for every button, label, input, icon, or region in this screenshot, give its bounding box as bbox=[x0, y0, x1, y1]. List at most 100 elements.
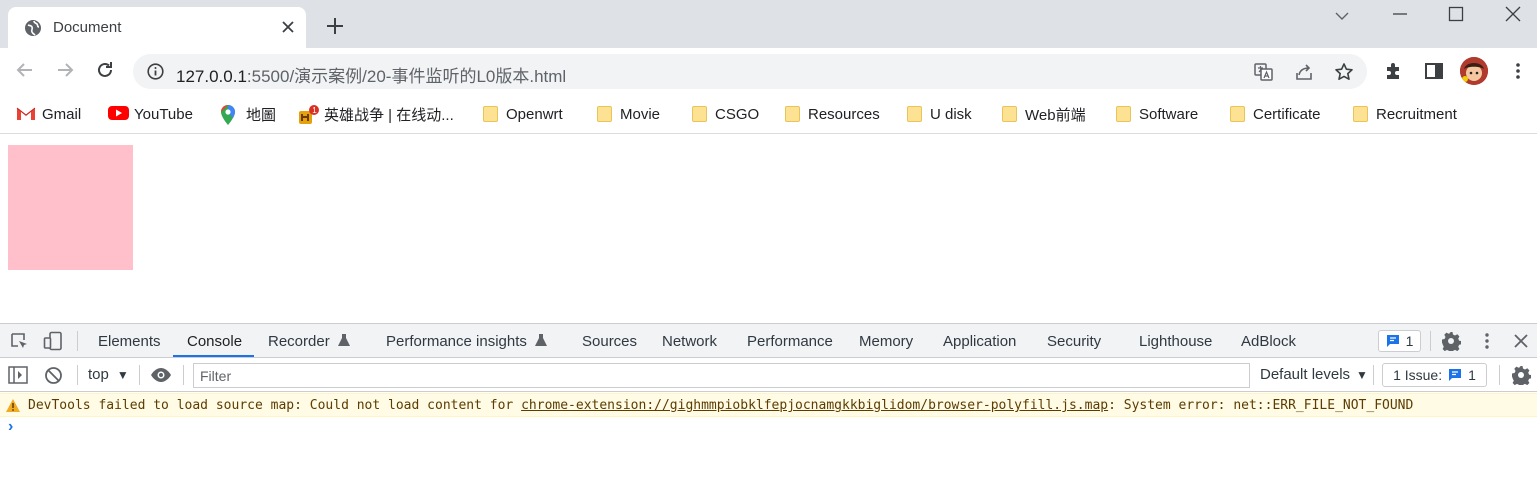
maps-icon bbox=[220, 105, 238, 125]
dropdown-arrow-icon: ▼ bbox=[116, 368, 129, 382]
bookmark-label: Resources bbox=[808, 105, 880, 123]
folder-icon bbox=[1002, 106, 1017, 122]
info-icon[interactable] bbox=[147, 63, 164, 85]
source-map-link[interactable]: chrome-extension://gighmmpiobklfepjocnam… bbox=[521, 398, 1108, 413]
bookmark-star-icon[interactable] bbox=[1334, 62, 1354, 87]
tab-strip: Document bbox=[0, 0, 1537, 48]
bookmark-software[interactable]: Software bbox=[1116, 102, 1198, 126]
browser-toolbar: 127.0.0.1:5500/演示案例/20-事件监听的L0版本.html bbox=[0, 48, 1537, 94]
back-icon[interactable] bbox=[15, 60, 35, 85]
device-toolbar-icon[interactable] bbox=[43, 331, 63, 356]
bookmark-label: 英雄战争 | 在线动... bbox=[324, 106, 454, 124]
levels-label: Default levels bbox=[1260, 366, 1351, 383]
log-levels-dropdown[interactable]: Default levels ▼ bbox=[1260, 366, 1368, 383]
menu-icon[interactable] bbox=[1508, 61, 1528, 86]
issue-message-icon bbox=[1449, 369, 1462, 381]
devtools-tab-performance[interactable]: Performance bbox=[747, 333, 833, 350]
globe-icon bbox=[24, 19, 42, 42]
tab-search-icon[interactable] bbox=[1334, 8, 1350, 29]
bookmark-web[interactable]: Web前端 bbox=[1002, 102, 1086, 126]
issues-count: 1 bbox=[1468, 367, 1476, 383]
context-selector[interactable]: top ▼ bbox=[88, 366, 129, 383]
warning-triangle-icon bbox=[6, 399, 20, 416]
tab-document[interactable]: Document bbox=[8, 7, 306, 48]
maximize-icon[interactable] bbox=[1448, 6, 1464, 27]
devtools-tab-console[interactable]: Console bbox=[187, 333, 242, 350]
live-expression-eye-icon[interactable] bbox=[150, 367, 172, 388]
bookmark-label: YouTube bbox=[134, 105, 193, 123]
bookmark-youtube[interactable]: YouTube bbox=[108, 102, 193, 126]
bookmark-label: Certificate bbox=[1253, 105, 1321, 123]
bookmark-resources[interactable]: Resources bbox=[785, 102, 880, 126]
tab-title: Document bbox=[53, 19, 122, 36]
folder-icon bbox=[483, 106, 498, 122]
close-devtools-icon[interactable] bbox=[1513, 333, 1529, 354]
console-prompt[interactable]: › bbox=[8, 418, 13, 436]
close-window-icon[interactable] bbox=[1505, 6, 1521, 27]
devtools-tab-adblock[interactable]: AdBlock bbox=[1241, 333, 1296, 350]
experiment-flask-icon bbox=[534, 334, 547, 346]
console-filter-input[interactable]: Filter bbox=[193, 363, 1250, 388]
bookmark-label: CSGO bbox=[715, 105, 760, 123]
bookmark-gmail[interactable]: Gmail bbox=[16, 102, 81, 126]
minimize-icon[interactable] bbox=[1392, 6, 1408, 27]
tab-label: Performance insights bbox=[386, 333, 527, 350]
folder-icon bbox=[1353, 106, 1368, 122]
folder-icon bbox=[1116, 106, 1131, 122]
extensions-icon[interactable] bbox=[1384, 61, 1404, 86]
bookmark-certificate[interactable]: Certificate bbox=[1230, 102, 1321, 126]
translate-icon[interactable] bbox=[1254, 62, 1274, 87]
bookmark-maps[interactable]: 地圖 bbox=[220, 102, 276, 126]
warning-suffix: : System error: net::ERR_FILE_NOT_FOUND bbox=[1108, 398, 1414, 413]
devtools-tab-recorder[interactable]: Recorder bbox=[268, 333, 350, 350]
devtools-tab-memory[interactable]: Memory bbox=[859, 333, 913, 350]
separator bbox=[139, 365, 140, 385]
profile-avatar[interactable] bbox=[1460, 57, 1488, 85]
console-warning-message: DevTools failed to load source map: Coul… bbox=[0, 393, 1537, 417]
devtools-tab-elements[interactable]: Elements bbox=[98, 333, 161, 350]
devtools-tab-bar: Elements Console Recorder Performance in… bbox=[0, 324, 1537, 358]
more-options-icon[interactable] bbox=[1478, 332, 1496, 355]
side-panel-icon[interactable] bbox=[1424, 61, 1444, 86]
devtools-tab-lighthouse[interactable]: Lighthouse bbox=[1139, 333, 1212, 350]
console-issues-button[interactable]: 1 Issue: 1 bbox=[1382, 363, 1487, 387]
bookmark-label: Movie bbox=[620, 105, 661, 123]
url-path: :5500/演示案例/20-事件监听的L0版本.html bbox=[246, 67, 567, 86]
separator bbox=[1499, 365, 1500, 385]
warning-prefix: DevTools failed to load source map: Coul… bbox=[28, 398, 522, 413]
bookmark-csgo[interactable]: CSGO bbox=[692, 102, 759, 126]
bookmark-openwrt[interactable]: Openwrt bbox=[483, 102, 563, 126]
bookmark-label: Openwrt bbox=[506, 105, 563, 123]
bookmark-game[interactable]: 1 英雄战争 | 在线动... bbox=[298, 102, 454, 126]
pink-box[interactable] bbox=[8, 145, 133, 270]
show-sidebar-icon[interactable] bbox=[8, 366, 28, 389]
bookmark-label: 地圖 bbox=[246, 106, 277, 124]
issues-label: 1 Issue: bbox=[1393, 367, 1443, 383]
share-icon[interactable] bbox=[1294, 62, 1314, 87]
folder-icon bbox=[785, 106, 800, 122]
devtools-tab-application[interactable]: Application bbox=[943, 333, 1016, 350]
console-settings-gear-icon[interactable] bbox=[1511, 365, 1532, 390]
devtools-tab-sources[interactable]: Sources bbox=[582, 333, 637, 350]
settings-gear-icon[interactable] bbox=[1441, 331, 1462, 356]
bookmark-udisk[interactable]: U disk bbox=[907, 102, 972, 126]
devtools-tab-performance-insights[interactable]: Performance insights bbox=[386, 333, 547, 350]
clear-console-icon[interactable] bbox=[44, 366, 63, 390]
reload-icon[interactable] bbox=[95, 60, 115, 85]
warning-text: DevTools failed to load source map: Coul… bbox=[28, 398, 1413, 413]
address-bar[interactable]: 127.0.0.1:5500/演示案例/20-事件监听的L0版本.html bbox=[133, 54, 1367, 89]
new-tab-button[interactable] bbox=[326, 17, 344, 40]
dropdown-arrow-icon: ▼ bbox=[1356, 368, 1368, 382]
folder-icon bbox=[597, 106, 612, 122]
devtools-tab-network[interactable]: Network bbox=[662, 333, 717, 350]
bookmark-movie[interactable]: Movie bbox=[597, 102, 660, 126]
forward-icon[interactable] bbox=[55, 60, 75, 85]
devtools-tab-security[interactable]: Security bbox=[1047, 333, 1101, 350]
bookmark-label: Software bbox=[1139, 105, 1199, 123]
folder-icon bbox=[692, 106, 707, 122]
inspect-element-icon[interactable] bbox=[10, 332, 29, 356]
issues-badge[interactable]: 1 bbox=[1378, 330, 1421, 352]
bookmark-recruitment[interactable]: Recruitment bbox=[1353, 102, 1457, 126]
youtube-icon bbox=[108, 105, 129, 123]
close-tab-icon[interactable] bbox=[280, 19, 296, 40]
